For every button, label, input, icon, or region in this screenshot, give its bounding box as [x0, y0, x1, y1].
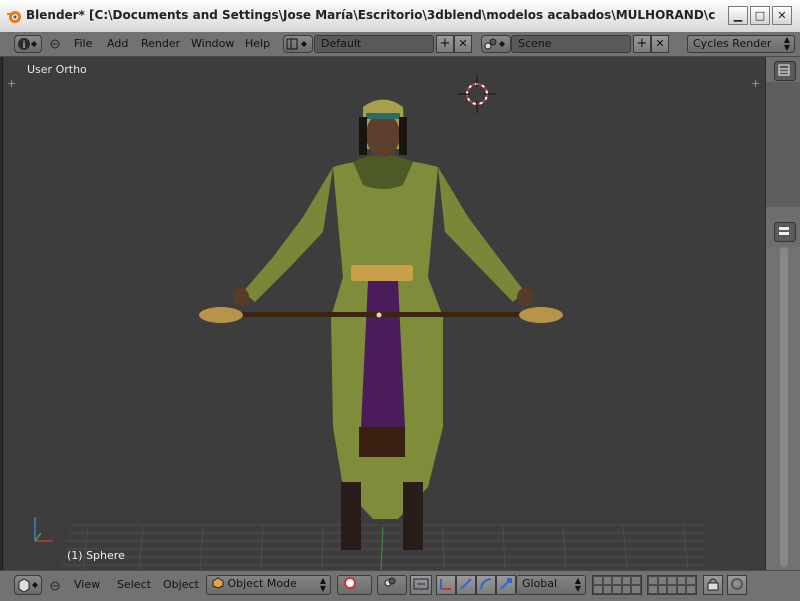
outliner-area[interactable] [766, 82, 800, 207]
viewport-editor-type-button[interactable] [14, 575, 42, 595]
interaction-mode-dropdown[interactable]: Object Mode ▲ ▼ [206, 575, 331, 595]
layers-grid-b[interactable] [647, 575, 697, 595]
maximize-button[interactable]: □ [750, 6, 770, 25]
right-editors-strip[interactable] [765, 57, 800, 570]
render-engine-label: Cycles Render [693, 37, 772, 50]
editor-type-button[interactable]: i [14, 35, 42, 53]
collapse-menu-icon[interactable] [50, 39, 60, 49]
layers-grid-a[interactable] [592, 575, 642, 595]
toggle-manipulator-button[interactable] [410, 575, 432, 595]
active-object-label: (1) Sphere [67, 549, 125, 562]
window-title: Blender* [C:\Documents and Settings\Jose… [26, 8, 716, 22]
screen-layout-field[interactable]: Default [314, 35, 434, 53]
viewport-shading-dropdown[interactable] [337, 575, 372, 595]
render-engine-dropdown[interactable]: Cycles Render ▲ ▼ [687, 35, 795, 53]
mode-arrows-icon: ▲ ▼ [319, 576, 326, 593]
dropdown-arrows-icon: ▲ ▼ [783, 35, 790, 52]
menu-help[interactable]: Help [245, 37, 270, 50]
outliner-icon [778, 64, 790, 76]
scale-manipulator-button[interactable] [476, 575, 496, 595]
rotate-manipulator-button[interactable] [456, 575, 476, 595]
3d-viewport[interactable]: User Ortho + + (1) Sphere [2, 57, 765, 570]
scale-tool-button[interactable] [496, 575, 516, 595]
remove-screen-button[interactable]: ✕ [454, 35, 472, 53]
menu-object[interactable]: Object [163, 578, 199, 591]
layout-icon [286, 38, 307, 50]
object-mode-icon [212, 577, 224, 589]
remove-scene-button[interactable]: ✕ [651, 35, 669, 53]
rotate-icon [480, 578, 492, 590]
menu-window[interactable]: Window [191, 37, 234, 50]
translate-manipulator-button[interactable] [436, 575, 456, 595]
outliner-editor-button[interactable] [774, 61, 796, 81]
window-titlebar: Blender* [C:\Documents and Settings\Jose… [0, 0, 800, 33]
interaction-mode-label: Object Mode [227, 577, 297, 590]
axis-gizmo-icon [34, 517, 53, 542]
properties-scrollbar[interactable] [780, 247, 788, 567]
orientation-arrows-icon: ▲ ▼ [574, 576, 581, 593]
pivot-icon [384, 577, 396, 587]
collapse-viewport-menu-icon[interactable] [50, 581, 60, 591]
close-window-button[interactable]: ✕ [772, 6, 792, 25]
render-preview-button[interactable] [727, 575, 747, 595]
add-scene-button[interactable]: + [633, 35, 651, 53]
menu-view[interactable]: View [74, 578, 100, 591]
rotate-arrow-icon [460, 578, 472, 590]
menu-select[interactable]: Select [117, 578, 151, 591]
properties-icon [779, 227, 789, 235]
menu-file[interactable]: File [74, 37, 92, 50]
lock-icon [707, 578, 719, 591]
scene-canvas [34, 75, 703, 570]
minimize-button[interactable]: ▁ [728, 6, 748, 25]
svg-text:i: i [23, 40, 26, 51]
scene-field[interactable]: Scene [511, 35, 631, 53]
scene-selector[interactable] [481, 35, 511, 53]
3d-cursor-icon [458, 75, 496, 113]
add-screen-button[interactable]: + [436, 35, 454, 53]
3d-view-icon [18, 578, 38, 593]
transform-orientation-label: Global [522, 577, 558, 590]
lock-layers-button[interactable] [703, 575, 723, 595]
screen-layout-selector[interactable] [283, 35, 313, 53]
properties-editor-button[interactable] [774, 222, 796, 242]
menu-add[interactable]: Add [107, 37, 128, 50]
character-model [199, 99, 563, 550]
transform-orientation-dropdown[interactable]: Global ▲ ▼ [516, 575, 586, 595]
scale-icon [500, 578, 512, 590]
manipulator-icon [413, 578, 429, 590]
translate-arrow-icon [440, 579, 451, 590]
render-circle-icon [731, 578, 743, 590]
3d-view-header: View Select Object Object Mode ▲ ▼ Globa… [0, 570, 800, 601]
menu-render[interactable]: Render [141, 37, 180, 50]
shading-icon [344, 577, 356, 589]
pivot-point-dropdown[interactable] [377, 575, 407, 595]
scene-icon [484, 38, 505, 50]
info-icon: i [18, 38, 37, 51]
info-header: i File Add Render Window Help Default + … [0, 32, 800, 57]
blender-logo-icon [7, 11, 21, 23]
